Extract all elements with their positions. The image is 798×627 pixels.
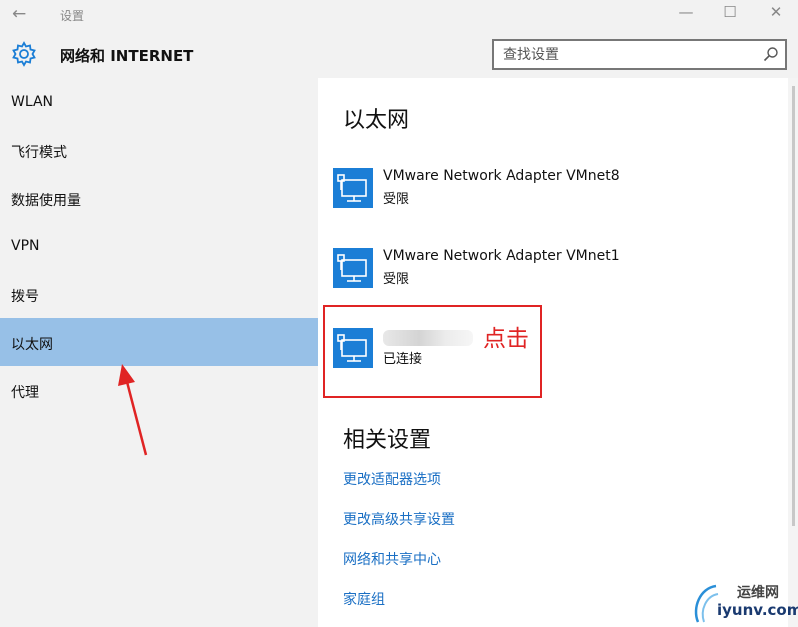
window-title: 设置 [60, 9, 85, 23]
red-arrow-annotation-icon [118, 364, 148, 456]
link-network-sharing-center[interactable]: 网络和共享中心 [343, 549, 441, 569]
watermark-url: iyunv.com [717, 601, 798, 619]
network-adapter-icon [333, 168, 373, 208]
adapter-vmnet1[interactable]: VMware Network Adapter VMnet1 受限 [333, 248, 663, 290]
adapter-status: 受限 [383, 272, 410, 287]
title-bar: ← 设置 — ☐ ✕ [0, 0, 798, 30]
close-button[interactable]: ✕ [766, 3, 786, 21]
link-change-advanced-sharing[interactable]: 更改高级共享设置 [343, 509, 455, 529]
gear-icon [12, 41, 36, 67]
sidebar: WLAN 飞行模式 数据使用量 VPN 拨号 以太网 代理 [0, 78, 318, 627]
maximize-button[interactable]: ☐ [720, 3, 740, 21]
link-homegroup[interactable]: 家庭组 [343, 589, 385, 609]
page-title: 网络和 INTERNET [60, 47, 194, 65]
search-icon[interactable] [763, 46, 779, 62]
sidebar-item-ethernet[interactable]: 以太网 [0, 318, 318, 366]
adapter-name: VMware Network Adapter VMnet8 [383, 168, 620, 184]
adapter-vmnet8[interactable]: VMware Network Adapter VMnet8 受限 [333, 168, 663, 210]
section-title-ethernet: 以太网 [343, 108, 410, 133]
back-arrow-icon[interactable]: ← [12, 4, 26, 24]
watermark-text: 运维网 [737, 585, 779, 601]
header: 网络和 INTERNET [0, 30, 798, 78]
sidebar-item-wlan[interactable]: WLAN [0, 78, 318, 126]
search-box[interactable] [492, 39, 787, 70]
sidebar-item-airplane-mode[interactable]: 飞行模式 [0, 126, 318, 174]
minimize-button[interactable]: — [676, 3, 696, 21]
sidebar-item-dialup[interactable]: 拨号 [0, 270, 318, 318]
sidebar-item-vpn[interactable]: VPN [0, 222, 318, 270]
scrollbar-thumb[interactable] [792, 86, 795, 526]
adapter-name: VMware Network Adapter VMnet1 [383, 248, 620, 264]
click-annotation-label: 点击 [483, 326, 529, 352]
network-adapter-icon [333, 248, 373, 288]
link-change-adapter-options[interactable]: 更改适配器选项 [343, 469, 441, 489]
search-input[interactable] [494, 41, 744, 68]
sidebar-item-data-usage[interactable]: 数据使用量 [0, 174, 318, 222]
section-title-related-settings: 相关设置 [343, 428, 432, 453]
adapter-status: 受限 [383, 192, 410, 207]
